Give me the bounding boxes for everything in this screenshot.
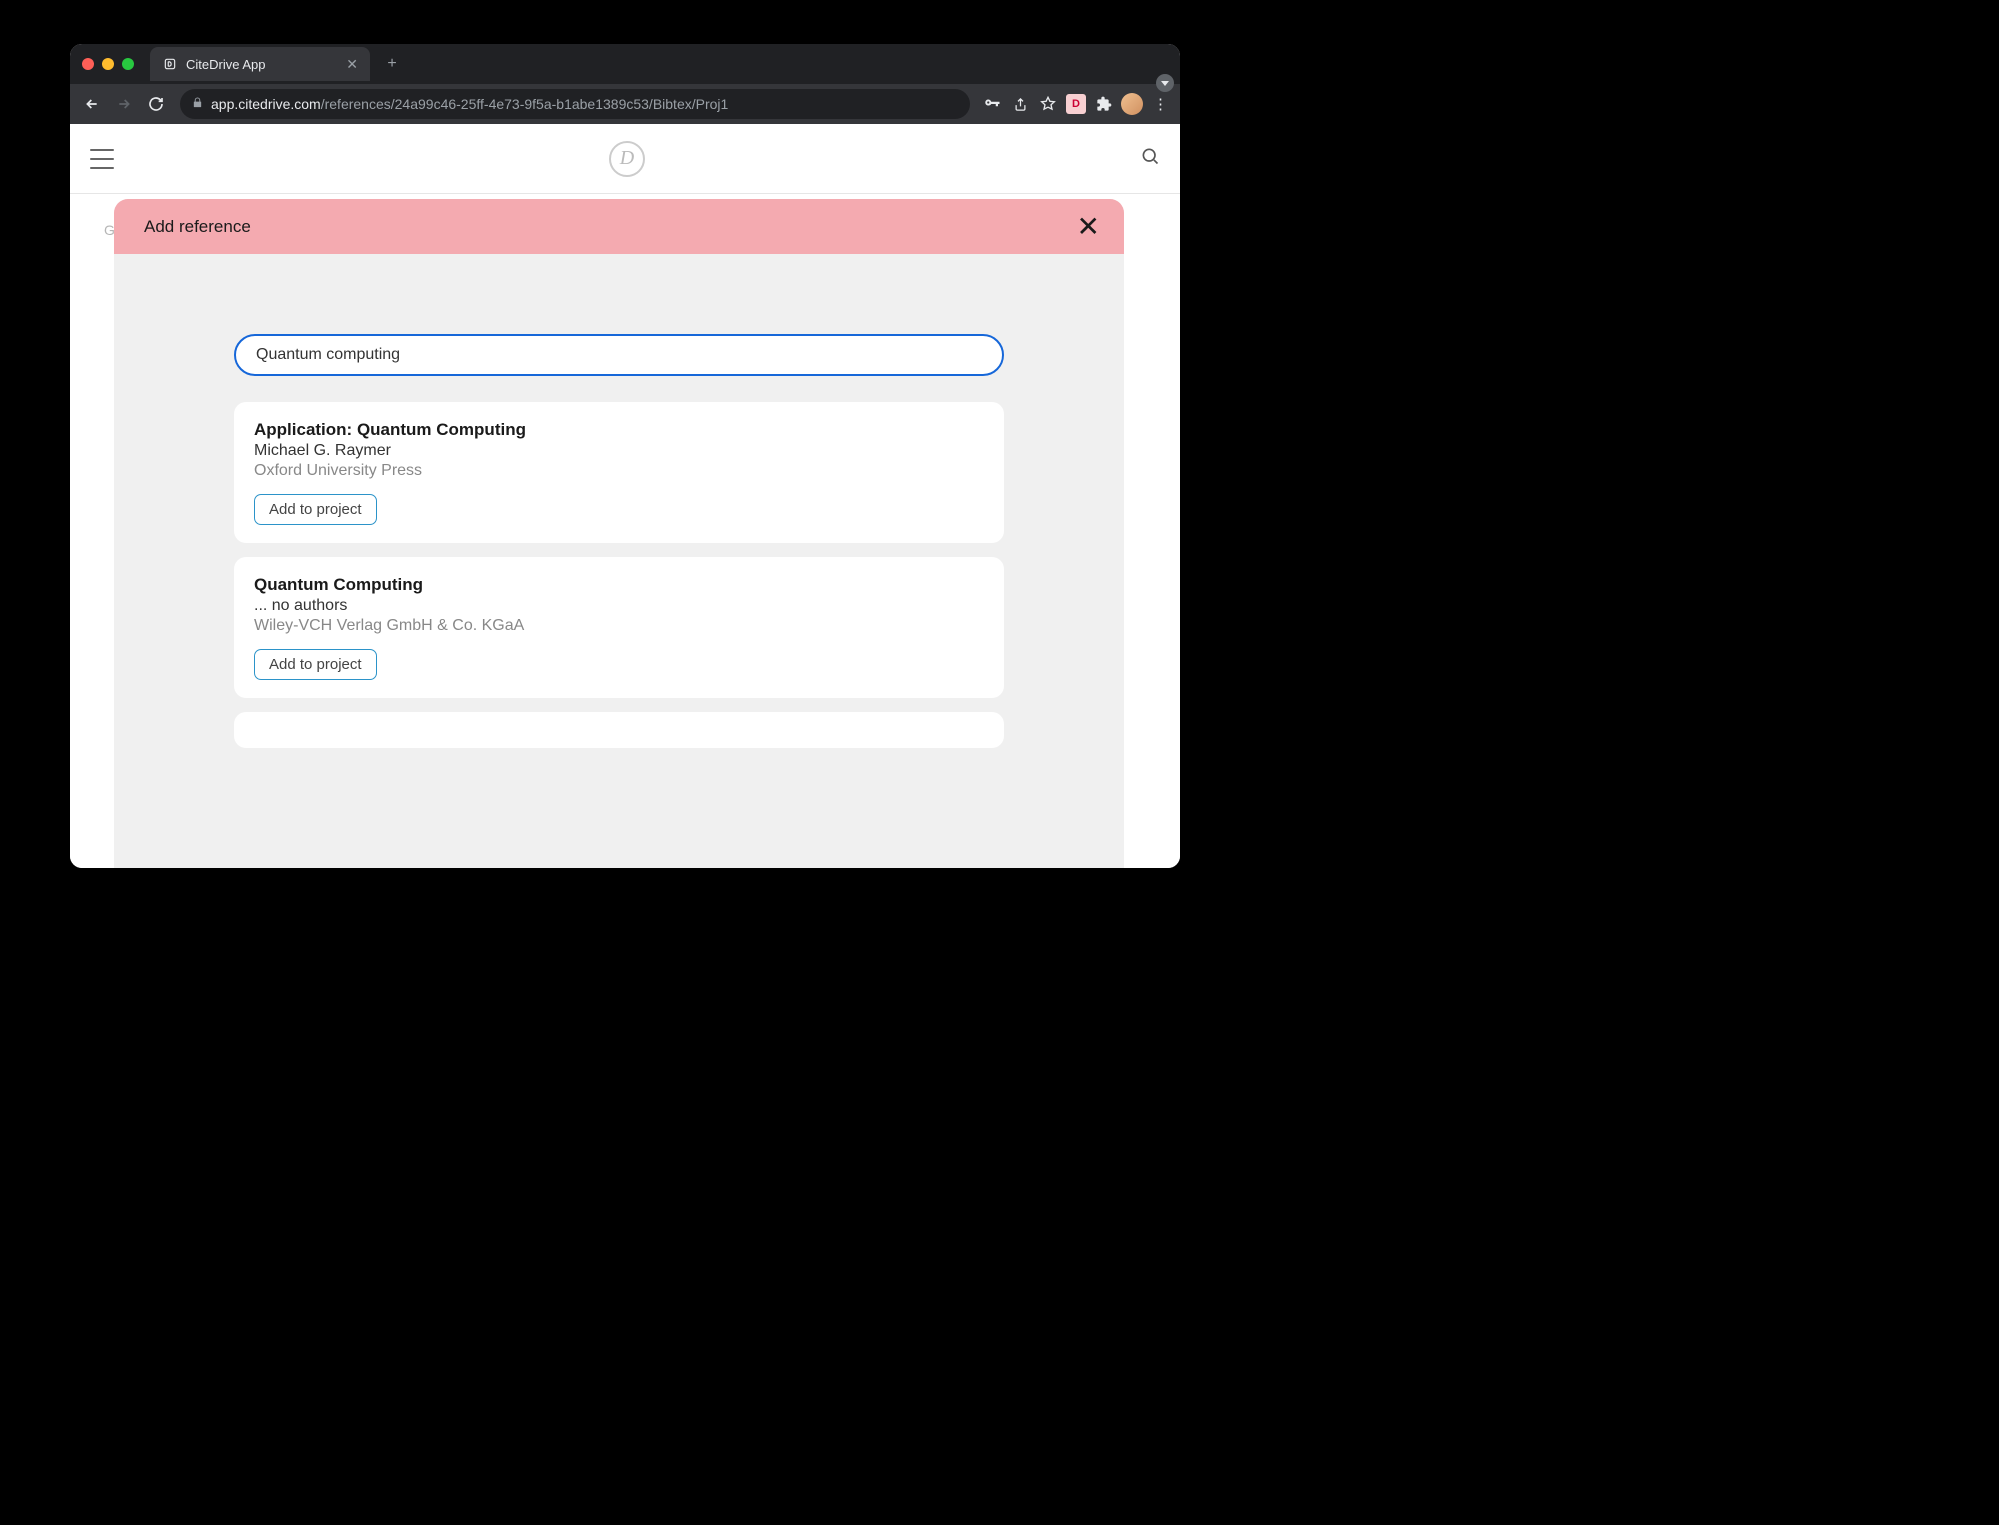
tab-title: CiteDrive App (186, 57, 338, 72)
browser-toolbar: app.citedrive.com/references/24a99c46-25… (70, 84, 1180, 124)
hamburger-menu-button[interactable] (90, 149, 114, 169)
tab-close-icon[interactable]: ✕ (346, 56, 358, 73)
address-bar[interactable]: app.citedrive.com/references/24a99c46-25… (180, 89, 970, 119)
close-window-button[interactable] (82, 58, 94, 70)
result-title: Quantum Computing (254, 575, 984, 595)
modal-header: Add reference ✕ (114, 199, 1124, 254)
modal-body: Application: Quantum Computing Michael G… (114, 254, 1124, 748)
result-card: Quantum Computing ... no authors Wiley-V… (234, 557, 1004, 698)
result-card-partial (234, 712, 1004, 748)
forward-button[interactable] (110, 90, 138, 118)
browser-tab[interactable]: CiteDrive App ✕ (150, 47, 370, 81)
modal-title: Add reference (144, 217, 251, 237)
result-author: ... no authors (254, 597, 984, 615)
search-results: Application: Quantum Computing Michael G… (234, 402, 1004, 748)
add-reference-modal: Add reference ✕ Application: Quantum Com… (114, 199, 1124, 868)
add-to-project-button[interactable]: Add to project (254, 494, 377, 525)
app-logo-icon: D (609, 141, 645, 177)
titlebar: CiteDrive App ✕ + (70, 44, 1180, 84)
key-icon[interactable] (980, 92, 1004, 116)
browser-window: CiteDrive App ✕ + app.citedrive.com/refe… (70, 44, 1180, 868)
window-controls (82, 58, 134, 70)
url-host: app.citedrive.com (211, 96, 321, 112)
result-publisher: Oxford University Press (254, 462, 984, 480)
lock-icon (192, 96, 203, 112)
close-icon[interactable]: ✕ (1077, 213, 1100, 241)
app-header: D (70, 124, 1180, 194)
reload-button[interactable] (142, 90, 170, 118)
page-content: D Gr Add reference ✕ Application: Quantu… (70, 124, 1180, 868)
result-card: Application: Quantum Computing Michael G… (234, 402, 1004, 543)
search-icon[interactable] (1140, 146, 1160, 171)
share-icon[interactable] (1008, 92, 1032, 116)
result-title: Application: Quantum Computing (254, 420, 984, 440)
extension-citedrive-icon[interactable]: D (1064, 92, 1088, 116)
maximize-window-button[interactable] (122, 58, 134, 70)
back-button[interactable] (78, 90, 106, 118)
minimize-window-button[interactable] (102, 58, 114, 70)
new-tab-button[interactable]: + (380, 55, 404, 73)
add-to-project-button[interactable]: Add to project (254, 649, 377, 680)
url-path: /references/24a99c46-25ff-4e73-9f5a-b1ab… (321, 96, 729, 112)
tab-strip: CiteDrive App ✕ + (150, 47, 404, 81)
reference-search-input[interactable] (234, 334, 1004, 376)
bookmark-star-icon[interactable] (1036, 92, 1060, 116)
profile-avatar[interactable] (1120, 92, 1144, 116)
result-publisher: Wiley-VCH Verlag GmbH & Co. KGaA (254, 617, 984, 635)
browser-menu-icon[interactable]: ⋮ (1148, 92, 1172, 116)
result-author: Michael G. Raymer (254, 442, 984, 460)
account-dropdown-icon[interactable] (1156, 74, 1174, 92)
extensions-puzzle-icon[interactable] (1092, 92, 1116, 116)
tab-favicon-icon (162, 56, 178, 72)
